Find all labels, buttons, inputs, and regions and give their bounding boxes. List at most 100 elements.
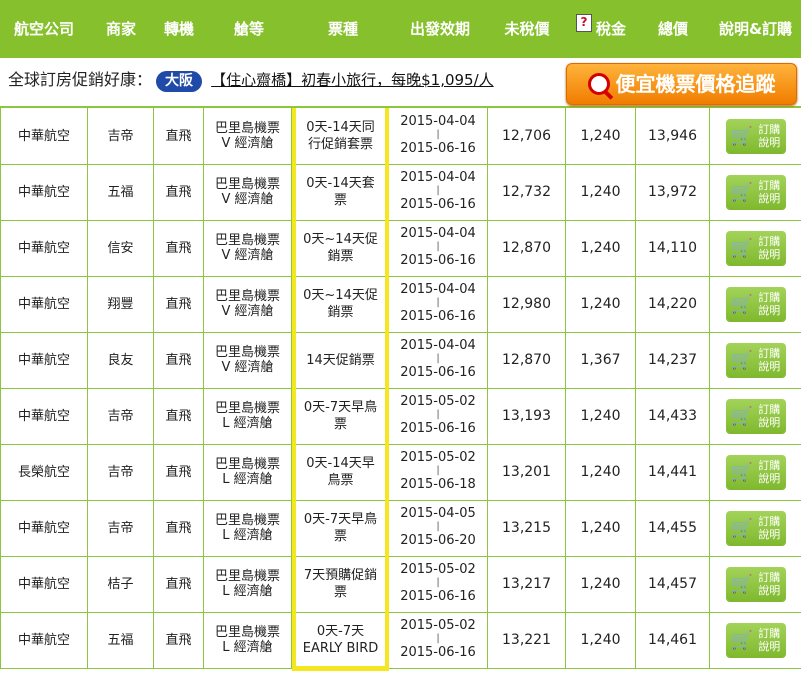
ticket-type-cell: 0天-7天 EARLY BIRD [292,612,389,668]
cabin-cell: 巴里島機票 L 經濟艙 [204,612,292,668]
order-info-button[interactable]: 🛒 訂購 說明 [725,230,786,266]
ticket-type-cell: 0天~14天促銷票 [292,276,389,332]
order-info-button[interactable]: 🛒 訂購 說明 [725,286,786,322]
order-info-button[interactable]: 🛒 訂購 說明 [725,566,786,602]
cabin-class: V 經濟艙 [221,248,274,263]
tax-header-label: 稅金 [595,20,626,38]
cabin-route: 巴里島機票 [214,457,280,472]
validity-to: 2015-06-18 [400,477,476,492]
ticket-type-cell: 14天促銷票 [292,332,389,388]
order-info-label: 訂購 說明 [758,291,780,317]
help-question-icon[interactable]: ? [575,14,592,32]
validity-to: 2015-06-20 [400,533,476,548]
cart-icon: 🛒 [730,573,754,595]
total-price-cell: 14,457 [636,556,710,612]
validity-separator: | [436,129,440,140]
agent-cell: 桔子 [88,556,154,612]
order-label: 訂購 [758,347,781,360]
order-info-button[interactable]: 🛒 訂購 說明 [725,342,786,378]
validity-cell: 2015-05-02 | 2015-06-16 [389,388,488,444]
table-row: 中華航空 吉帝 直飛 巴里島機票 V 經濟艙 0天-14天同行促銷套票 2015-04-04… [0,108,801,165]
table-row: 中華航空 五福 直飛 巴里島機票 V 經濟艙 0天-14天套票 2015-04-04 | 201… [0,164,801,221]
cabin-route: 巴里島機票 [214,177,280,192]
agent-cell: 翔豐 [88,276,154,332]
order-info-button[interactable]: 🛒 訂購 說明 [725,398,786,434]
cart-icon: 🛒 [730,629,754,651]
cabin-cell: 巴里島機票 L 經濟艙 [204,388,292,444]
info-label: 說明 [758,416,781,429]
total-price-cell: 14,110 [636,220,710,276]
order-info-label: 訂購 說明 [758,347,780,373]
col-airline-header: 航空公司 [13,20,74,38]
table-row: 長榮航空 吉帝 直飛 巴里島機票 L 經濟艙 0天-14天早鳥票 2015-05-02 | 20… [0,444,801,501]
order-label: 訂購 [758,235,781,248]
validity-separator: | [436,353,440,364]
cart-icon: 🛒 [730,181,754,203]
validity-from: 2015-05-02 [400,562,476,577]
ticket-type-cell: 0天-14天同行促銷套票 [292,108,389,164]
pretax-price-cell: 13,193 [488,388,566,444]
validity-separator: | [436,633,440,644]
cabin-route: 巴里島機票 [214,233,280,248]
validity-from: 2015-04-04 [400,338,476,353]
action-cell: 🛒 訂購 說明 [710,276,801,332]
order-info-button[interactable]: 🛒 訂購 說明 [725,454,786,490]
ticket-column-highlight [292,666,389,671]
promo-prefix: 全球訂房促銷好康： [8,70,153,89]
price-tracker-label: 便宜機票價格追蹤 [615,72,776,96]
action-cell: 🛒 訂購 說明 [710,220,801,276]
promo-link[interactable]: 【住心齋橋】初春小旅行，每晚$1,095/人 [211,71,494,89]
validity-to: 2015-06-16 [400,253,476,268]
pretax-price-cell: 12,980 [488,276,566,332]
total-price-cell: 14,455 [636,500,710,556]
info-label: 說明 [758,248,781,261]
agent-cell: 吉帝 [88,444,154,500]
order-info-button[interactable]: 🛒 訂購 說明 [725,118,786,154]
ticket-type-cell: 0天-7天早鳥票 [292,388,389,444]
validity-from: 2015-04-04 [400,114,476,129]
transfer-cell: 直飛 [154,276,204,332]
validity-cell: 2015-04-05 | 2015-06-20 [389,500,488,556]
city-badge[interactable]: 大阪 [156,71,203,92]
validity-to: 2015-06-16 [400,589,476,604]
info-label: 說明 [758,192,781,205]
col-tax-header[interactable]: ? 稅金 [566,0,636,58]
pretax-price-cell: 12,870 [488,332,566,388]
col-ticket-type-header: 票種 [327,20,358,38]
order-label: 訂購 [758,459,781,472]
transfer-cell: 直飛 [154,556,204,612]
info-label: 說明 [758,640,781,653]
order-info-label: 訂購 說明 [758,627,780,653]
cabin-cell: 巴里島機票 V 經濟艙 [204,276,292,332]
transfer-cell: 直飛 [154,500,204,556]
tax-cell: 1,240 [566,164,636,220]
validity-cell: 2015-05-02 | 2015-06-16 [389,612,488,668]
validity-to: 2015-06-16 [400,645,476,660]
order-info-button[interactable]: 🛒 訂購 說明 [725,510,786,546]
price-tracker-button[interactable]: 便宜機票價格追蹤 [566,63,797,105]
cabin-class: V 經濟艙 [221,136,274,151]
tax-cell: 1,240 [566,108,636,164]
col-validity-header: 出發效期 [409,20,470,38]
fare-comparison-page: 航空公司 商家 轉機 艙等 票種 出發效期 未稅價 ? 稅金 總價 說明&訂購 全… [0,0,801,675]
table-row: 中華航空 翔豐 直飛 巴里島機票 V 經濟艙 0天~14天促銷票 2015-04-04 | 20… [0,276,801,333]
action-cell: 🛒 訂購 說明 [710,500,801,556]
validity-separator: | [436,409,440,420]
cabin-route: 巴里島機票 [214,401,280,416]
validity-to: 2015-06-16 [400,421,476,436]
col-pretax-header: 未稅價 [504,20,550,38]
cabin-cell: 巴里島機票 V 經濟艙 [204,220,292,276]
validity-separator: | [436,577,440,588]
airline-cell: 中華航空 [0,500,88,556]
pretax-price-cell: 13,215 [488,500,566,556]
order-info-button[interactable]: 🛒 訂購 說明 [725,174,786,210]
order-info-label: 訂購 說明 [758,179,780,205]
cabin-cell: 巴里島機票 L 經濟艙 [204,556,292,612]
col-transfer-header: 轉機 [163,20,194,38]
tax-cell: 1,240 [566,220,636,276]
order-info-button[interactable]: 🛒 訂購 說明 [725,622,786,658]
validity-separator: | [436,185,440,196]
info-label: 說明 [758,136,781,149]
airline-cell: 中華航空 [0,108,88,164]
col-agent-header: 商家 [105,20,136,38]
